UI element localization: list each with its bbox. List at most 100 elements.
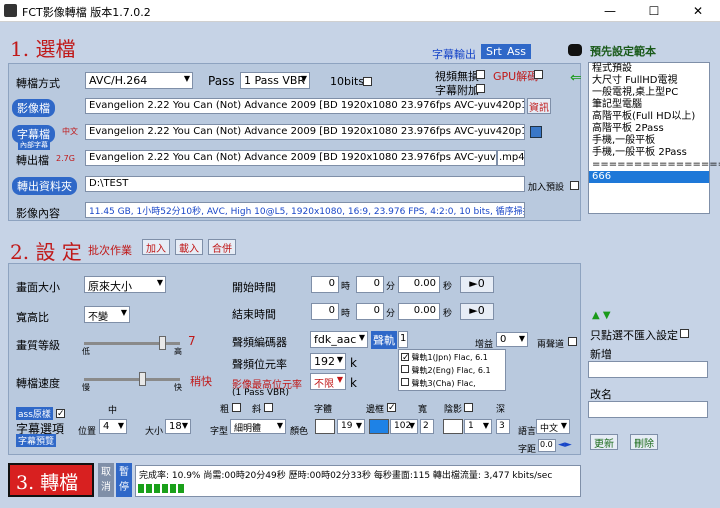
audio-track-item[interactable]: 聲軌2(Eng) Flac, 6.1 — [401, 364, 503, 377]
monitor-icon[interactable] — [530, 126, 542, 138]
preset-item[interactable]: 手機,一般平板 2Pass — [589, 147, 709, 159]
start-minute-input[interactable]: 0 — [356, 276, 384, 293]
language-select[interactable]: 中文 ▼ — [536, 419, 570, 434]
border-checkbox[interactable] — [387, 403, 396, 412]
chevron-down-icon: ▼ — [156, 278, 163, 287]
maximize-button[interactable]: ☐ — [632, 0, 676, 22]
preset-item[interactable]: 大尺寸 FullHD電視 — [589, 75, 709, 87]
audio-track-button[interactable]: 聲軌 — [371, 331, 397, 349]
subtitle-file-field[interactable]: Evangelion 2.22 You Can (Not) Advance 20… — [85, 124, 525, 140]
video-file-field[interactable]: Evangelion 2.22 You Can (Not) Advance 20… — [85, 98, 525, 114]
audio-track-checkbox[interactable] — [401, 378, 409, 386]
ass-origin-checkbox[interactable] — [56, 409, 65, 418]
video-max-select[interactable]: 不限 ▼ — [310, 373, 346, 390]
output-folder-button[interactable]: 轉出資料夾 — [12, 177, 77, 195]
italic-checkbox[interactable] — [264, 403, 273, 412]
add-preset-checkbox[interactable] — [570, 181, 579, 190]
chat-icon[interactable] — [568, 44, 582, 56]
pass-select[interactable]: 1 Pass VBR ▼ — [240, 72, 310, 89]
quality-slider-thumb[interactable] — [159, 336, 166, 350]
preset-item[interactable]: 高階平板(Full HD以上) — [589, 111, 709, 123]
size-select[interactable]: 原來大小 ▼ — [84, 276, 166, 293]
delete-button[interactable]: 刪除 — [630, 434, 658, 450]
batch-merge-button[interactable]: 合併 — [208, 239, 236, 255]
ass-origin-button[interactable]: ass原樣 — [16, 407, 53, 420]
font-size-select[interactable]: 18 ▼ — [165, 419, 191, 434]
shadow-color-swatch[interactable] — [443, 419, 463, 434]
video-max-unit: k — [350, 376, 357, 390]
border-select[interactable]: 102 ▼ — [390, 419, 418, 434]
audio-track-item[interactable]: 聲軌1(Jpn) Flac, 6.1 — [401, 351, 503, 364]
quality-slider[interactable] — [84, 336, 180, 352]
output-extension: .mp4 — [497, 150, 525, 166]
minimize-button[interactable]: — — [588, 0, 632, 22]
ass-button[interactable]: Ass — [502, 44, 531, 59]
end-minute-input[interactable]: 0 — [356, 303, 384, 320]
start-second-input[interactable]: 0.00 — [398, 276, 440, 293]
end-second-input[interactable]: 0.00 — [398, 303, 440, 320]
end-jump-button[interactable]: ►0 — [460, 303, 494, 320]
preset-item-selected[interactable]: 666 — [589, 171, 709, 183]
font-color-swatch[interactable] — [315, 419, 335, 434]
depth-select[interactable]: 3 — [496, 419, 510, 434]
shadow-select[interactable]: 1 ▼ — [464, 419, 492, 434]
chevron-down-icon: ▼ — [408, 421, 415, 430]
format-select[interactable]: AVC/H.264 ▼ — [85, 72, 193, 89]
subtitle-language: 中文 — [62, 127, 78, 136]
audio-track-checkbox[interactable] — [401, 353, 409, 361]
arrow-up-down-icon[interactable]: ▲ ▼ — [592, 310, 611, 321]
end-hour-input[interactable]: 0 — [311, 303, 339, 320]
two-channel-checkbox[interactable] — [568, 337, 577, 346]
preset-item[interactable]: 高階平板 2Pass — [589, 123, 709, 135]
rename-preset-input[interactable] — [588, 401, 708, 418]
spacing-arrows-icon[interactable]: ◄► — [558, 440, 572, 450]
audio-track-item[interactable]: 聲軌3(Cha) Flac, Stereo — [401, 377, 503, 390]
chevron-down-icon: ▼ — [183, 74, 190, 83]
preset-item[interactable]: 程式預設 — [589, 63, 709, 75]
position-select[interactable]: 4 ▼ — [99, 419, 127, 434]
speed-slider-thumb[interactable] — [139, 372, 146, 386]
speed-slider[interactable] — [84, 372, 180, 388]
audio-track-checkbox[interactable] — [401, 365, 409, 373]
update-button[interactable]: 更新 — [590, 434, 618, 450]
video-file-button[interactable]: 影像檔 — [12, 99, 55, 117]
preset-item[interactable]: 一般電視,桌上型PC — [589, 87, 709, 99]
ratio-select[interactable]: 不變 ▼ — [84, 306, 130, 323]
audio-bitrate-select[interactable]: 192 ▼ — [310, 353, 346, 370]
cancel-button[interactable]: 取消 — [98, 463, 114, 497]
bold-checkbox[interactable] — [232, 403, 241, 412]
new-preset-input[interactable] — [588, 361, 708, 378]
gpu-decode-checkbox[interactable] — [534, 70, 543, 79]
arrow-left-icon[interactable]: ⇐ — [570, 70, 582, 86]
preset-item[interactable]: 手機,一般平板 — [589, 135, 709, 147]
close-button[interactable]: ✕ — [676, 0, 720, 22]
start-hour-input[interactable]: 0 — [311, 276, 339, 293]
font-select[interactable]: 細明體 ▼ — [230, 419, 286, 434]
gain-select[interactable]: 0 ▼ — [496, 332, 528, 347]
output-file-field[interactable]: Evangelion 2.22 You Can (Not) Advance 20… — [85, 150, 497, 166]
start-jump-button[interactable]: ►0 — [460, 276, 494, 293]
convert-button[interactable]: 3. 轉檔 — [8, 463, 94, 497]
internal-subtitle-badge[interactable]: 內部字幕 — [18, 140, 50, 150]
border-color-swatch[interactable] — [369, 419, 389, 434]
subtitle-preview-button[interactable]: 字幕預覽 — [16, 434, 57, 447]
spacing-input[interactable]: 0.0 — [538, 439, 556, 452]
info-button[interactable]: 資訊 — [527, 98, 551, 114]
pause-button[interactable]: 暫停 — [116, 463, 132, 497]
audio-codec-select[interactable]: fdk_aac ▼ — [310, 331, 368, 348]
batch-load-button[interactable]: 載入 — [175, 239, 203, 255]
shadow-checkbox[interactable] — [464, 403, 473, 412]
preset-item[interactable]: 筆記型電腦 — [589, 99, 709, 111]
subtitle-attach-checkbox[interactable] — [476, 84, 485, 93]
add-preset-label: 加入預設 — [528, 183, 565, 193]
video-lossless-checkbox[interactable] — [476, 70, 485, 79]
presets-list[interactable]: 程式預設 大尺寸 FullHD電視 一般電視,桌上型PC 筆記型電腦 高階平板(… — [588, 62, 720, 214]
output-folder-field[interactable]: D:\TEST — [85, 176, 525, 192]
click-no-import-checkbox[interactable] — [680, 329, 689, 338]
color-select[interactable]: 19 ▼ — [337, 419, 365, 434]
tenbit-checkbox[interactable] — [363, 77, 372, 86]
width-select[interactable]: 2 — [420, 419, 434, 434]
two-channel-label: 兩聲道 — [537, 340, 565, 350]
batch-add-button[interactable]: 加入 — [142, 239, 170, 255]
audio-tracks-list[interactable]: 聲軌1(Jpn) Flac, 6.1 聲軌2(Eng) Flac, 6.1 聲軌… — [398, 349, 506, 391]
